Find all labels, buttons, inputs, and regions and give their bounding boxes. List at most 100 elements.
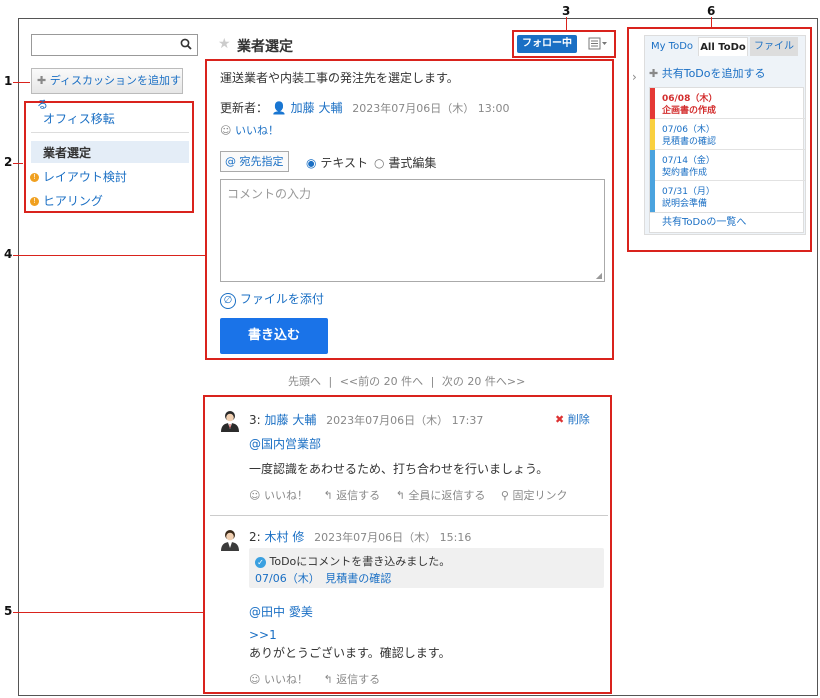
page-title: 業者選定	[237, 39, 293, 55]
smile-icon: ☺	[249, 489, 264, 502]
plus-icon: ✚	[649, 67, 659, 80]
comment-3-header: 3: 加藤 大輔 2023年07月06日（木） 17:37	[249, 411, 483, 428]
todo-color-bar	[650, 119, 655, 150]
like-button[interactable]: ☺ いいね！	[220, 122, 279, 138]
comment-author[interactable]: 木村 修	[265, 530, 305, 544]
warning-icon: !	[30, 173, 39, 182]
reply-button[interactable]: ↰ 返信する	[323, 489, 380, 502]
comment-text: ありがとうございます。確認します。	[249, 646, 451, 660]
callout-line-2	[13, 163, 23, 164]
callout-6: 6	[707, 4, 716, 18]
comment-number: 2:	[249, 530, 261, 544]
callout-line-3	[566, 17, 567, 31]
collapse-chevron-icon[interactable]: ›	[632, 70, 637, 84]
updated-at: 2023年07月06日（木） 13:00	[352, 102, 510, 115]
reply-icon: ↰	[323, 489, 337, 502]
mode-rich-radio[interactable]: ○ 書式編集	[374, 154, 436, 171]
updater-row: 更新者： 👤 加藤 大輔 2023年07月06日（木） 13:00	[220, 99, 509, 116]
category-divider	[31, 132, 189, 133]
add-shared-todo-link[interactable]: ✚ 共有ToDoを追加する	[649, 65, 766, 81]
radio-unchecked-icon: ○	[374, 156, 385, 170]
comment-number: 3:	[249, 413, 261, 427]
reply-icon: ↰	[323, 673, 337, 686]
pager: 先頭へ | <<前の 20 件へ | 次の 20 件へ>>	[288, 375, 526, 388]
add-discussion-button[interactable]: ✚ ディスカッションを追加する	[31, 68, 183, 111]
list-item[interactable]: 07/14（金） 契約書作成	[650, 150, 805, 181]
list-item[interactable]: 07/31（月） 説明会準備	[650, 181, 805, 212]
mention-button[interactable]: @ 宛先指定	[220, 151, 289, 172]
category-item-vendor[interactable]: 業者選定	[43, 144, 91, 161]
comment-2-header: 2: 木村 修 2023年07月06日（木） 15:16	[249, 528, 471, 545]
category-item-layout[interactable]: ! レイアウト検討	[30, 168, 127, 185]
tab-file[interactable]: ファイル	[750, 37, 798, 56]
submit-button[interactable]: 書き込む	[220, 318, 328, 354]
todo-color-bar	[650, 88, 655, 119]
comment-divider	[210, 515, 608, 516]
reply-button[interactable]: ↰ 返信する	[323, 673, 380, 686]
todo-list-link[interactable]: 共有ToDoの一覧へ	[649, 213, 804, 233]
pager-first[interactable]: 先頭へ	[288, 375, 321, 388]
star-icon[interactable]: ★	[218, 36, 231, 52]
callout-4: 4	[4, 247, 13, 261]
search-input[interactable]	[31, 34, 198, 56]
reply-all-button[interactable]: ↰ 全員に返信する	[396, 489, 486, 502]
callout-line-1	[13, 82, 30, 83]
comment-mention[interactable]: @国内営業部	[249, 435, 321, 452]
todo-name: 企画書の作成	[662, 106, 717, 116]
at-icon: @	[225, 155, 236, 168]
callout-1: 1	[4, 74, 13, 88]
list-item[interactable]: 07/06（木） 見積書の確認	[650, 119, 805, 150]
callout-5: 5	[4, 604, 13, 618]
smile-icon: ☺	[220, 124, 232, 137]
category-item-office-move[interactable]: オフィス移転	[43, 110, 115, 127]
todo-name: 契約書作成	[662, 168, 708, 178]
updater-name[interactable]: 加藤 大輔	[291, 101, 343, 115]
callout-line-6	[711, 17, 712, 27]
pager-next[interactable]: 次の 20 件へ>>	[442, 375, 525, 388]
delete-button[interactable]: ✖ 削除	[555, 411, 590, 427]
callout-2: 2	[4, 155, 13, 169]
updater-label: 更新者：	[220, 101, 269, 115]
todo-list: 06/08（木） 企画書の作成 07/06（木） 見積書の確認 07/14（金）…	[649, 87, 805, 213]
paperclip-icon: ∅	[220, 293, 236, 309]
like-button[interactable]: ☺ いいね！	[249, 673, 308, 686]
comment-actions: ☺ いいね！ ↰ 返信する	[249, 671, 380, 687]
permalink-button[interactable]: ⚲ 固定リンク	[501, 489, 568, 502]
search-icon[interactable]	[180, 38, 192, 50]
tab-my-todo[interactable]: My ToDo	[646, 37, 698, 56]
comment-input[interactable]: コメントの入力 ◢	[220, 179, 605, 282]
todo-name: 説明会準備	[662, 199, 708, 209]
comment-text: 一度認識をあわせるため、打ち合わせを行いましょう。	[249, 462, 549, 476]
comment-actions: ☺ いいね！ ↰ 返信する ↰ 全員に返信する ⚲ 固定リンク	[249, 487, 567, 503]
menu-icon[interactable]	[588, 36, 610, 52]
comment-date: 2023年07月06日（木） 15:16	[314, 531, 472, 544]
attach-file-link[interactable]: ∅ ファイルを添付	[220, 290, 324, 309]
discussion-body: 運送業者や内装工事の発注先を選定します。	[220, 71, 459, 85]
tab-all-todo[interactable]: All ToDo	[698, 37, 748, 56]
delete-icon: ✖	[555, 413, 565, 426]
todo-name: 見積書の確認	[662, 137, 717, 147]
reply-reference[interactable]: >>1	[249, 628, 277, 642]
comment-placeholder: コメントの入力	[227, 187, 312, 201]
check-circle-icon: ✓	[255, 557, 266, 568]
mode-text-radio[interactable]: ◉ テキスト	[306, 154, 368, 171]
todo-quote: ✓ ToDoにコメントを書き込みました。 07/06（木） 見積書の確認	[249, 548, 604, 588]
comment-author[interactable]: 加藤 大輔	[265, 413, 317, 427]
callout-line-4	[13, 255, 205, 256]
todo-notice: ✓ ToDoにコメントを書き込みました。	[255, 553, 450, 569]
like-button[interactable]: ☺ いいね！	[249, 489, 308, 502]
warning-icon: !	[30, 197, 39, 206]
follow-button[interactable]: フォロー中	[517, 35, 577, 53]
callout-3: 3	[562, 4, 571, 18]
todo-color-bar	[650, 181, 655, 212]
resize-handle[interactable]: ◢	[596, 271, 602, 280]
callout-line-5	[13, 612, 203, 613]
todo-link[interactable]: 07/06（木） 見積書の確認	[255, 570, 391, 586]
pager-prev[interactable]: <<前の 20 件へ	[340, 375, 423, 388]
category-item-hearing[interactable]: ! ヒアリング	[30, 192, 103, 209]
plus-icon: ✚	[37, 74, 47, 87]
list-item[interactable]: 06/08（木） 企画書の作成	[650, 88, 805, 119]
avatar	[221, 530, 239, 551]
smile-icon: ☺	[249, 673, 264, 686]
comment-mention[interactable]: @田中 愛美	[249, 603, 313, 620]
